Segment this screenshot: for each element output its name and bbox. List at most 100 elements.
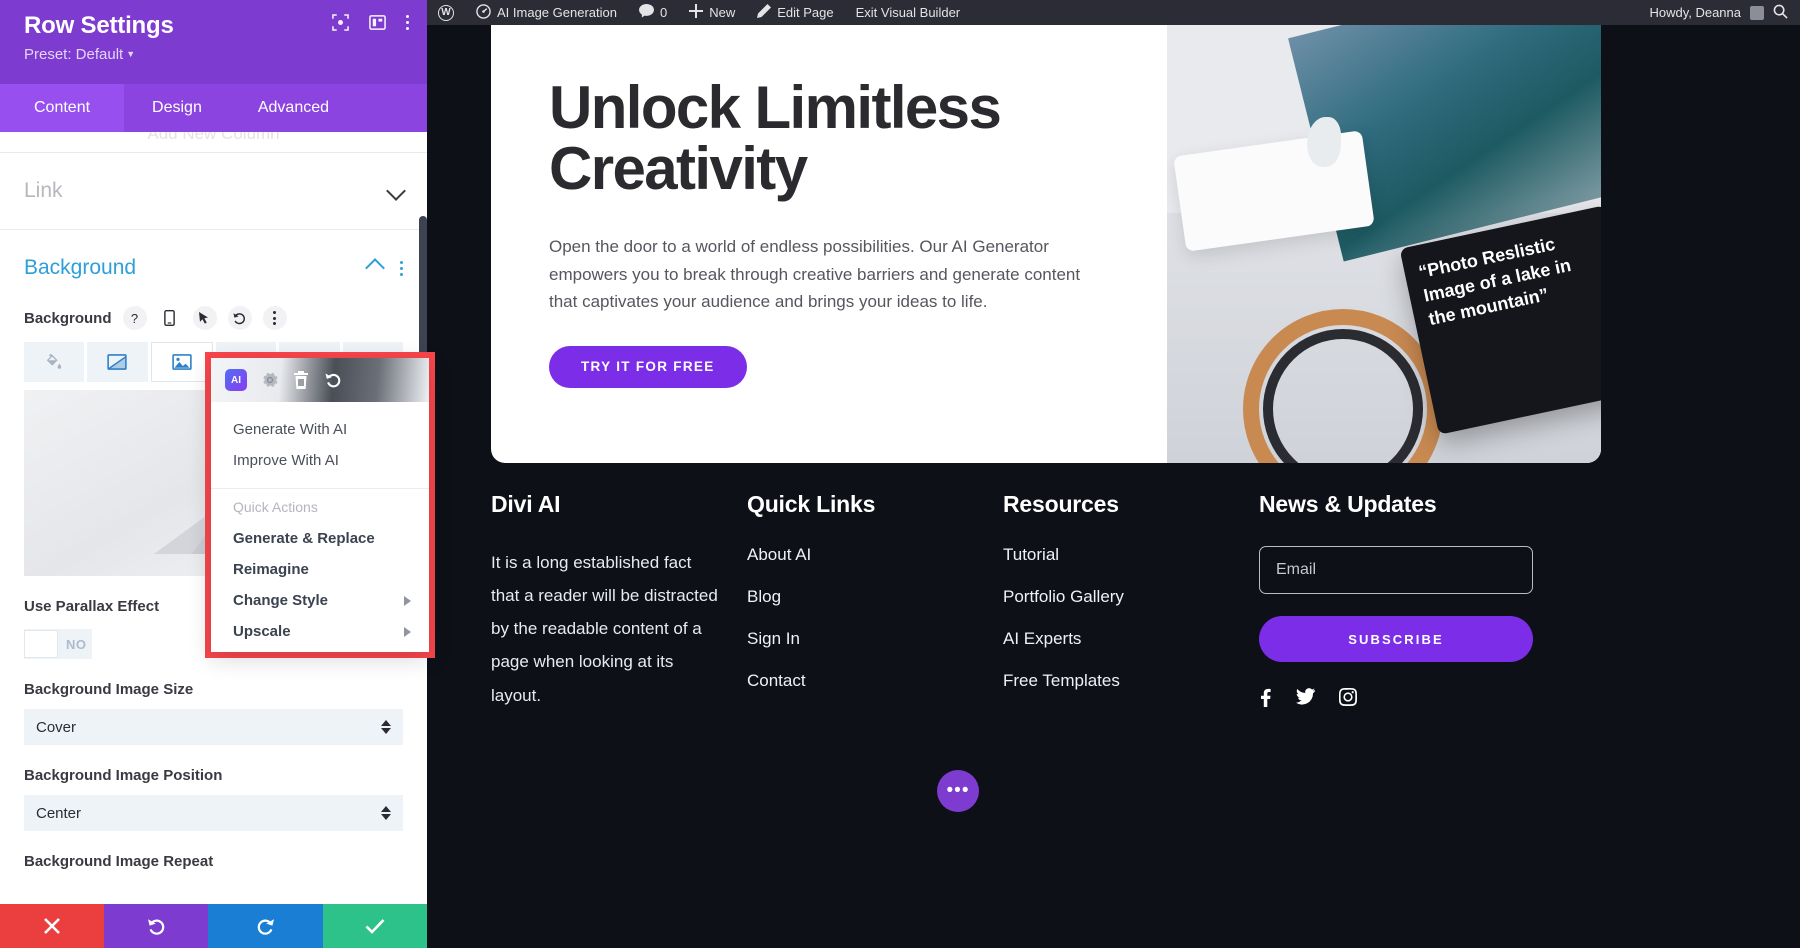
add-new-column-button[interactable]: Add New Column (0, 132, 427, 152)
admin-bar-site-name[interactable]: AI Image Generation (465, 0, 628, 25)
try-it-for-free-button[interactable]: TRY IT FOR FREE (549, 345, 747, 388)
ai-image-toolbar: AI (211, 358, 429, 402)
footer-column-resources: Resources Tutorial Portfolio Gallery AI … (1003, 491, 1259, 714)
kebab-menu-icon[interactable] (400, 260, 403, 276)
parallax-toggle[interactable]: NO (24, 629, 92, 659)
footer-column-quick-links: Quick Links About AI Blog Sign In Contac… (747, 491, 1003, 714)
target-icon[interactable] (332, 14, 349, 31)
footer-column-newsletter: News & Updates Email SUBSCRIBE (1259, 491, 1559, 714)
avatar[interactable] (1750, 5, 1764, 20)
redo-button[interactable] (208, 904, 323, 948)
undo-button[interactable] (104, 904, 209, 948)
background-image-size-select[interactable]: Cover (24, 709, 403, 745)
panel-tabs: Content Design Advanced (0, 84, 427, 132)
panel-preset-selector[interactable]: Preset: Default ▼ (24, 46, 405, 63)
footer-link-portfolio-gallery[interactable]: Portfolio Gallery (1003, 588, 1233, 605)
page-preview-canvas[interactable]: Unlock Limitless Creativity Open the doo… (427, 25, 1800, 948)
background-type-image[interactable] (150, 342, 213, 382)
menu-item-improve-with-ai[interactable]: Improve With AI (211, 445, 429, 476)
ai-badge-icon[interactable]: AI (225, 369, 247, 391)
panel-header: Row Settings Preset: Default ▼ (0, 0, 427, 84)
footer-heading: Resources (1003, 491, 1119, 517)
admin-bar-edit-page-label: Edit Page (777, 5, 834, 20)
section-toggle-background[interactable]: Background (0, 230, 427, 306)
background-image-position-select[interactable]: Center (24, 795, 403, 831)
chevron-down-icon: ▼ (126, 49, 136, 59)
site-footer: Divi AI It is a long established fact th… (491, 491, 1601, 714)
admin-bar-exit-visual-builder[interactable]: Exit Visual Builder (845, 0, 972, 25)
footer-link-ai-experts[interactable]: AI Experts (1003, 630, 1233, 647)
responsive-phone-icon[interactable] (158, 306, 182, 330)
newsletter-email-input[interactable]: Email (1259, 546, 1533, 594)
comment-icon (639, 4, 654, 21)
delete-trash-icon[interactable] (293, 371, 309, 389)
chevron-up-icon (365, 258, 385, 278)
instagram-icon[interactable] (1339, 688, 1357, 707)
menu-item-change-style[interactable]: Change Style (211, 585, 429, 616)
ai-context-menu[interactable]: AI Generate With AI Improve With AI Quic… (211, 358, 429, 652)
wordpress-admin-bar: W AI Image Generation 0 New Edit Page Ex… (427, 0, 1800, 25)
hero-paragraph: Open the door to a world of endless poss… (549, 237, 1081, 312)
admin-bar-new[interactable]: New (678, 0, 746, 25)
section-toggle-link[interactable]: Link (0, 153, 427, 229)
hero-text-block: Unlock Limitless Creativity Open the doo… (549, 77, 1149, 388)
footer-link-contact[interactable]: Contact (747, 672, 977, 689)
footer-link-sign-in[interactable]: Sign In (747, 630, 977, 647)
preview-left-gutter (427, 50, 491, 948)
save-changes-button[interactable] (322, 904, 427, 948)
panel-footer-actions (0, 904, 427, 948)
footer-link-free-templates[interactable]: Free Templates (1003, 672, 1233, 689)
menu-item-upscale[interactable]: Upscale (211, 616, 429, 647)
admin-bar-site-label: AI Image Generation (497, 5, 617, 20)
background-image-repeat-label: Background Image Repeat (24, 853, 214, 870)
parallax-toggle-value: NO (66, 636, 87, 652)
layout-icon[interactable] (369, 14, 386, 31)
menu-item-generate-and-replace[interactable]: Generate & Replace (211, 523, 429, 554)
hero-section[interactable]: Unlock Limitless Creativity Open the doo… (491, 25, 1601, 463)
facebook-icon[interactable] (1259, 688, 1272, 707)
admin-bar-wordpress-logo[interactable]: W (427, 0, 465, 25)
footer-link-tutorial[interactable]: Tutorial (1003, 546, 1233, 563)
footer-link-about-ai[interactable]: About AI (747, 546, 977, 563)
hero-collage-image[interactable]: “Photo Reslistic Image of a lake in the … (1167, 25, 1601, 463)
social-links (1259, 688, 1533, 707)
menu-item-reimagine[interactable]: Reimagine (211, 554, 429, 585)
admin-bar-comments[interactable]: 0 (628, 0, 678, 25)
subscribe-button[interactable]: SUBSCRIBE (1259, 616, 1533, 662)
background-type-color[interactable] (24, 342, 85, 382)
page-settings-fab-button[interactable]: ••• (937, 770, 979, 812)
reset-icon[interactable] (227, 306, 252, 330)
background-image-position-field: Background Image Position Center (0, 767, 427, 831)
chevron-updown-icon (381, 806, 391, 820)
pencil-icon (757, 4, 772, 21)
twitter-icon[interactable] (1296, 688, 1315, 707)
help-icon[interactable]: ? (122, 306, 147, 330)
search-icon[interactable] (1773, 4, 1788, 22)
undo-icon[interactable] (323, 371, 342, 389)
chevron-updown-icon (381, 720, 391, 734)
plus-icon (689, 4, 704, 21)
kebab-menu-icon[interactable] (406, 15, 409, 30)
selected-value: Cover (36, 718, 77, 736)
settings-gear-icon[interactable] (261, 371, 279, 389)
chevron-right-icon (404, 595, 411, 606)
admin-bar-new-label: New (709, 5, 736, 20)
admin-bar-howdy-label[interactable]: Howdy, Deanna (1649, 5, 1741, 20)
tab-design[interactable]: Design (124, 84, 230, 132)
selected-value: Center (36, 804, 82, 822)
chevron-down-icon (386, 181, 406, 201)
tab-content[interactable]: Content (0, 84, 125, 132)
kebab-menu-icon[interactable] (262, 306, 287, 330)
hover-cursor-icon[interactable] (192, 306, 217, 330)
dashboard-icon (476, 3, 491, 22)
divider (211, 488, 429, 489)
tab-advanced[interactable]: Advanced (230, 84, 357, 132)
footer-link-blog[interactable]: Blog (747, 588, 977, 605)
footer-heading: News & Updates (1259, 491, 1437, 517)
admin-bar-edit-page[interactable]: Edit Page (746, 0, 844, 25)
menu-item-label: Change Style (233, 592, 329, 609)
menu-item-generate-with-ai[interactable]: Generate With AI (211, 414, 429, 445)
ai-menu-list: Generate With AI Improve With AI Quick A… (211, 402, 429, 652)
discard-changes-button[interactable] (0, 904, 105, 948)
background-type-gradient[interactable] (87, 342, 148, 382)
